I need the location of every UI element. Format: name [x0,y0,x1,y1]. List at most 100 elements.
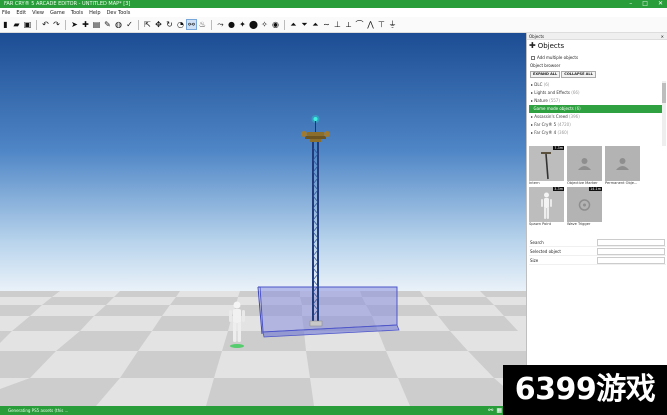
terrain-paint-icon[interactable]: ● [227,20,236,29]
terrain-flatten-icon[interactable]: ◉ [271,20,280,29]
ground-icon[interactable]: ⏚ [388,20,397,29]
menu-dev-tools[interactable]: Dev Tools [107,10,131,16]
check-icon[interactable]: ✓ [125,20,134,29]
clipboard-icon[interactable]: ▤ [92,20,101,29]
add-multiple-toggle[interactable]: Add multiple objects [531,55,578,60]
stamp-icon[interactable]: ⊤ [377,20,386,29]
tree-item-label: Assassin's Creed [534,114,568,119]
prop-size: Size [529,256,666,265]
thumbnail-intern[interactable]: 7.3m Intern [529,146,564,188]
redo-icon[interactable]: ↷ [52,20,61,29]
terrain-raise-icon[interactable]: ✦ [238,20,247,29]
objects-title: ✚ Objects [529,41,565,51]
tree-item-lights-effects[interactable]: ▸ Lights and Effects (66) [529,89,663,97]
tree-item-assassins-creed[interactable]: ▸ Assassin's Creed (396) [529,113,663,121]
menu-view[interactable]: View [32,10,44,16]
expand-all-button[interactable]: EXPAND ALL [530,71,561,78]
path-icon[interactable]: ⤳ [216,20,225,29]
menu-file[interactable]: File [2,10,10,16]
trigger-box[interactable] [257,286,400,338]
thumbnail-image [605,146,640,181]
size-badge: 7.3m [553,146,564,150]
thumbnail-image [529,146,564,181]
rotate-icon[interactable]: ↻ [165,20,174,29]
tree-item-label: DLC [534,82,543,87]
tower-thumbnail-icon [529,146,564,181]
tree-item-game-mode-objects[interactable]: Game mode objects (6) [529,105,663,113]
thumbnail-wave-trigger[interactable]: 14.1m Wave Trigger [567,187,602,229]
height-icon[interactable]: ⊥ [333,20,342,29]
status-text: Generating PS5 assets (this ... [8,408,69,413]
thumbnail-spawn-point[interactable]: 3.3m Spawn Point [529,187,564,229]
selected-object-field[interactable] [597,248,665,255]
shape-icon[interactable]: ⟂ [344,20,353,29]
prop-label: Search [530,240,544,245]
compass-icon[interactable]: ◍ [114,20,123,29]
placeholder-person-icon [605,146,640,181]
new-file-icon[interactable]: ▮ [1,20,10,29]
toolbar-divider [36,19,37,30]
tree-scrollbar-thumb[interactable] [662,83,666,103]
toolbar-divider [138,19,139,30]
sculpt-icon[interactable]: ⋀ [366,20,375,29]
thumbnail-label: Spawn Point [529,222,552,226]
menu-tools[interactable]: Tools [71,10,83,16]
objects-heading: Objects [537,42,565,50]
tree-item-nature[interactable]: ▸ Nature (557) [529,97,663,105]
undo-icon[interactable]: ↶ [41,20,50,29]
tree-item-count: (396) [569,114,580,119]
viewport-scene[interactable] [0,33,526,406]
close-button[interactable]: ✕ [658,0,663,8]
menu-bar: File Edit View Game Tools Help Dev Tools [0,8,667,17]
thumbnail-permanent-object[interactable]: Permanent Obje... [605,146,640,188]
size-field[interactable] [597,257,665,264]
menu-help[interactable]: Help [89,10,100,16]
select-drag-icon[interactable]: ⇱ [143,20,152,29]
tree-item-label: Far Cry® 5 [534,122,557,127]
terrain-smooth-icon[interactable]: ✧ [260,20,269,29]
select-icon[interactable]: ➤ [70,20,79,29]
move-icon[interactable]: ✥ [154,20,163,29]
collapse-all-button[interactable]: COLLAPSE ALL [561,71,596,78]
terrain-noise-icon[interactable]: ⏶ [289,20,298,29]
brush-icon[interactable]: ⏷ [300,20,309,29]
thumbnail-label: Intern [529,181,540,185]
thumbnail-objective-marker[interactable]: Objective Marker [567,146,602,188]
wrench-icon[interactable]: ✎ [103,20,112,29]
menu-edit[interactable]: Edit [16,10,26,16]
expand-collapse-buttons: EXPAND ALL COLLAPSE ALL [530,71,596,78]
person-thumbnail-icon [529,187,564,222]
snap-icon[interactable]: ⚯ [186,19,197,30]
tree-item-count: (6) [543,82,550,87]
minimize-button[interactable]: – [629,0,632,8]
tree-scrollbar[interactable] [662,81,666,146]
scale-icon[interactable]: ◔ [176,20,185,29]
3d-viewport[interactable] [0,33,526,406]
objects-icon: ✚ [529,41,536,50]
search-field[interactable] [597,239,665,246]
app-window: FAR CRY® 5 ARCADE EDITOR - UNTITLED MAP*… [0,0,667,415]
level-icon[interactable]: ∼ [322,20,331,29]
add-multiple-label: Add multiple objects [537,55,579,60]
save-icon[interactable]: ▣ [23,20,32,29]
add-multiple-checkbox[interactable] [531,55,535,60]
watermark: 6399游戏 [503,365,667,415]
tree-item-dlc[interactable]: ▸ DLC (6) [529,81,663,89]
water-icon[interactable]: ⏶ [311,20,320,29]
maximize-button[interactable]: □ [642,0,648,8]
window-title: FAR CRY® 5 ARCADE EDITOR - UNTITLED MAP*… [4,1,131,7]
add-object-icon[interactable]: ✚ [81,20,90,29]
menu-game[interactable]: Game [50,10,65,16]
open-folder-icon[interactable]: ▰ [12,20,21,29]
tree-item-far-cry-5[interactable]: ▸ Far Cry® 5 (4720) [529,121,663,129]
status-snap-icon[interactable]: ⚯ [488,406,493,415]
toolbar-divider [284,19,285,30]
thumbnail-label: Objective Marker [567,181,598,185]
thumbnail-image [529,187,564,222]
status-grid-icon[interactable]: ▦ [496,406,502,415]
road-icon[interactable]: ⌒ [355,20,364,29]
terrain-lower-icon[interactable]: ⬤ [249,20,258,29]
panel-close-icon[interactable]: ✕ [661,33,664,40]
pivot-icon[interactable]: ♨ [198,20,207,29]
tree-item-far-cry-4[interactable]: ▸ Far Cry® 4 (360) [529,129,663,137]
